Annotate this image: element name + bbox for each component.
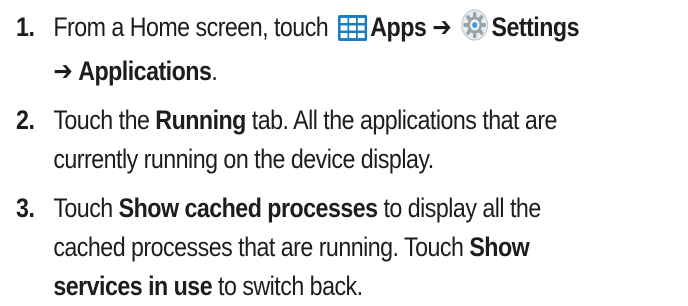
instruction-steps: 1. From a Home screen, touch Apps ➔ Sett… — [0, 8, 688, 306]
step-number: 1. — [16, 12, 35, 42]
apps-label: Apps — [370, 12, 427, 42]
apps-grid-icon — [337, 13, 367, 52]
step-text: From a Home screen, touch — [53, 12, 329, 42]
arrow-glyph: ➔ — [432, 12, 452, 42]
step-text: Touch the — [53, 105, 150, 135]
step-text: . — [211, 56, 218, 86]
step-3: 3. Touch Show cached processes to displa… — [0, 189, 619, 306]
show-cached-processes-label: Show cached processes — [118, 193, 378, 223]
arrow-glyph: ➔ — [53, 56, 73, 86]
step-text: Touch — [53, 193, 113, 223]
settings-label: Settings — [491, 12, 579, 42]
settings-gear-icon — [460, 9, 489, 52]
step-number: 3. — [16, 193, 35, 223]
step-number: 2. — [16, 105, 35, 135]
running-label: Running — [155, 105, 246, 135]
step-1: 1. From a Home screen, touch Apps ➔ Sett… — [0, 8, 619, 91]
applications-label: Applications — [78, 56, 212, 86]
step-2: 2. Touch the Running tab. All the applic… — [0, 101, 619, 179]
